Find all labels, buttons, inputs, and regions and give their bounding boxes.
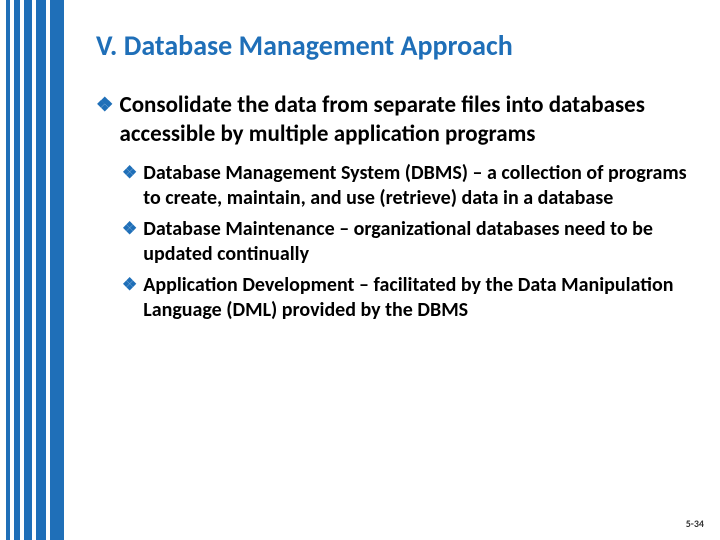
diamond-bullet-icon: ❖	[122, 161, 137, 211]
diamond-bullet-icon: ❖	[122, 273, 137, 323]
bullet-level1: ❖ Consolidate the data from separate fil…	[96, 91, 690, 149]
bullet-text: Application Development – facilitated by…	[143, 273, 690, 323]
bullet-level2: ❖ Database Management System (DBMS) – a …	[122, 161, 690, 211]
bullet-text: Consolidate the data from separate files…	[120, 91, 690, 149]
page-number: 5-34	[686, 517, 704, 530]
diamond-bullet-icon: ❖	[122, 217, 137, 267]
side-stripes	[0, 0, 70, 540]
bullet-level2: ❖ Database Maintenance – organizational …	[122, 217, 690, 267]
bullet-level2: ❖ Application Development – facilitated …	[122, 273, 690, 323]
slide-title: V. Database Management Approach	[96, 28, 690, 63]
bullet-text: Database Management System (DBMS) – a co…	[143, 161, 690, 211]
slide: V. Database Management Approach ❖ Consol…	[0, 0, 720, 540]
diamond-bullet-icon: ❖	[96, 91, 114, 149]
content-area: V. Database Management Approach ❖ Consol…	[96, 28, 690, 329]
bullet-text: Database Maintenance – organizational da…	[143, 217, 690, 267]
